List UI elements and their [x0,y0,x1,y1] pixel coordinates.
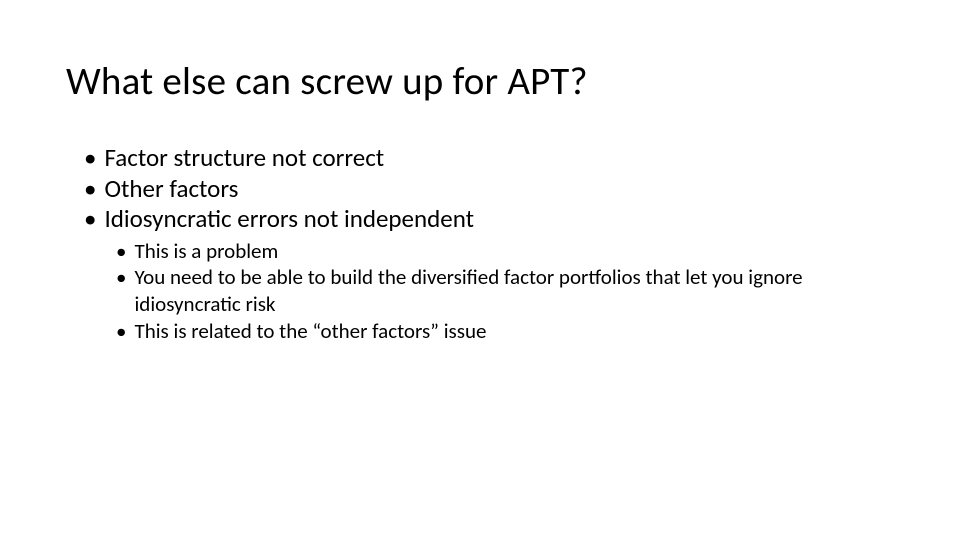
sub-bullet-item: • This is related to the “other factors”… [116,318,894,345]
bullet-text: Factor structure not correct [104,143,384,174]
bullet-text: Other factors [104,174,238,205]
sub-bullet-list: • This is a problem • You need to be abl… [66,238,894,346]
sub-bullet-text: This is a problem [134,238,278,265]
bullet-item: • Factor structure not correct [84,143,894,174]
bullet-dot-icon: • [84,174,96,205]
bullet-dot-icon: • [84,204,96,235]
bullet-dot-icon: • [116,238,126,265]
bullet-item: • Other factors [84,174,894,205]
bullet-dot-icon: • [116,318,126,345]
bullet-item: • Idiosyncratic errors not independent [84,204,894,235]
sub-bullet-item: • You need to be able to build the diver… [116,264,894,318]
sub-bullet-item: • This is a problem [116,238,894,265]
bullet-list: • Factor structure not correct • Other f… [66,143,894,235]
bullet-dot-icon: • [116,264,126,291]
bullet-text: Idiosyncratic errors not independent [104,204,474,235]
bullet-dot-icon: • [84,143,96,174]
sub-bullet-text: This is related to the “other factors” i… [134,318,486,345]
slide-title: What else can screw up for APT? [66,58,894,105]
sub-bullet-text: You need to be able to build the diversi… [134,264,874,318]
slide: What else can screw up for APT? • Factor… [0,0,960,540]
